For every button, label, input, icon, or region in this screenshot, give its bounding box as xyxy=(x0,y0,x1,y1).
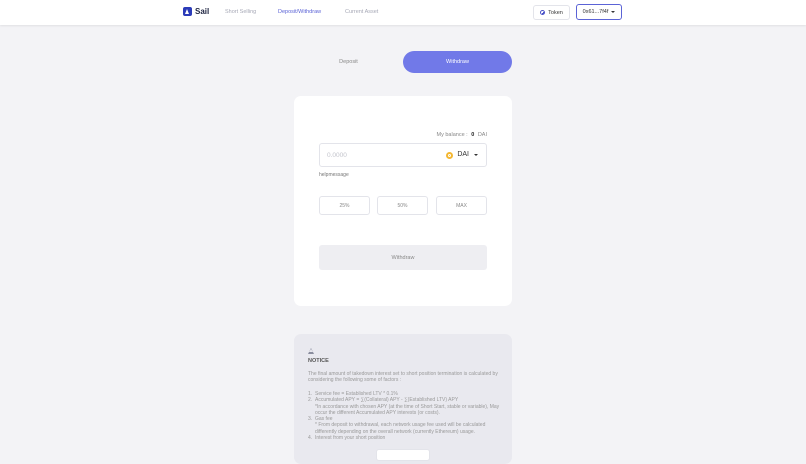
withdraw-button[interactable]: Withdraw xyxy=(319,245,487,270)
amount-input[interactable]: 0.0000 xyxy=(327,152,347,159)
notice-item-number: 3. xyxy=(308,416,313,423)
chevron-down-icon[interactable] xyxy=(474,154,478,156)
wallet-address: 0x61...7f4f xyxy=(582,9,609,15)
max-button[interactable]: MAX xyxy=(436,196,487,215)
percent-25-button[interactable]: 25% xyxy=(319,196,370,215)
balance-label: My balance : xyxy=(436,132,468,138)
tab-withdraw[interactable]: Withdraw xyxy=(403,51,512,73)
wallet-button[interactable]: 0x61...7f4f xyxy=(576,4,622,20)
help-message: helpmessage xyxy=(319,172,349,178)
nav-deposit-withdraw[interactable]: Deposit/Withdraw xyxy=(278,9,321,15)
nav-short-selling[interactable]: Short Selling xyxy=(225,9,256,15)
notice-item-text: Accumulated APY = ∑(Collateral) APY - ∑(… xyxy=(315,397,459,404)
notice-item-subtext: *In accordance with chosen APY (at the t… xyxy=(315,403,500,416)
notice-footer-button[interactable] xyxy=(376,449,430,461)
token-select-label[interactable]: DAI xyxy=(457,151,469,158)
nav-current-asset[interactable]: Current Asset xyxy=(345,9,378,15)
notice-item-text: Interest from your short position xyxy=(315,435,386,442)
notice-item: 2. Accumulated APY = ∑(Collateral) APY -… xyxy=(308,397,503,416)
tab-deposit[interactable]: Deposit xyxy=(294,51,403,73)
notice-panel: NOTICE The final amount of takedown inte… xyxy=(294,334,512,464)
dai-coin-icon xyxy=(446,152,453,159)
chevron-down-icon xyxy=(611,11,616,13)
notice-item-number: 2. xyxy=(308,397,313,404)
deposit-withdraw-tabs: Deposit Withdraw xyxy=(294,51,512,73)
notice-item-subtext: * From deposit to withdrawal, each netwo… xyxy=(315,422,486,435)
amount-field[interactable]: 0.0000 DAI xyxy=(319,143,487,167)
sail-logo-icon xyxy=(183,7,192,16)
withdraw-card: My balance : 0 DAI 0.0000 DAI helpmessag… xyxy=(294,96,512,306)
warning-icon xyxy=(308,348,314,354)
balance-value: 0 xyxy=(471,132,475,138)
balance-unit: DAI xyxy=(477,132,487,138)
plus-circle-icon xyxy=(540,10,546,15)
logo-text: Sail xyxy=(195,7,210,16)
percent-50-button[interactable]: 50% xyxy=(377,196,428,215)
token-button[interactable]: Token xyxy=(533,5,570,20)
notice-item-number: 4. xyxy=(308,435,313,442)
notice-list: 1. Service fee = Established LTV * 0.1% … xyxy=(308,391,503,441)
logo[interactable]: Sail xyxy=(183,7,209,16)
top-header: Sail Short Selling Deposit/Withdraw Curr… xyxy=(0,0,806,25)
notice-intro: The final amount of takedown interest se… xyxy=(308,371,498,384)
token-button-label: Token xyxy=(548,9,563,16)
notice-title: NOTICE xyxy=(308,358,329,364)
balance-display: My balance : 0 DAI xyxy=(437,132,487,138)
notice-item: 4. Interest from your short position xyxy=(308,435,503,441)
notice-item-text: Service fee = Established LTV * 0.1% xyxy=(315,391,398,397)
notice-item: 3. Gas fee * From deposit to withdrawal,… xyxy=(308,416,503,435)
notice-item-text: Gas fee xyxy=(315,416,333,423)
